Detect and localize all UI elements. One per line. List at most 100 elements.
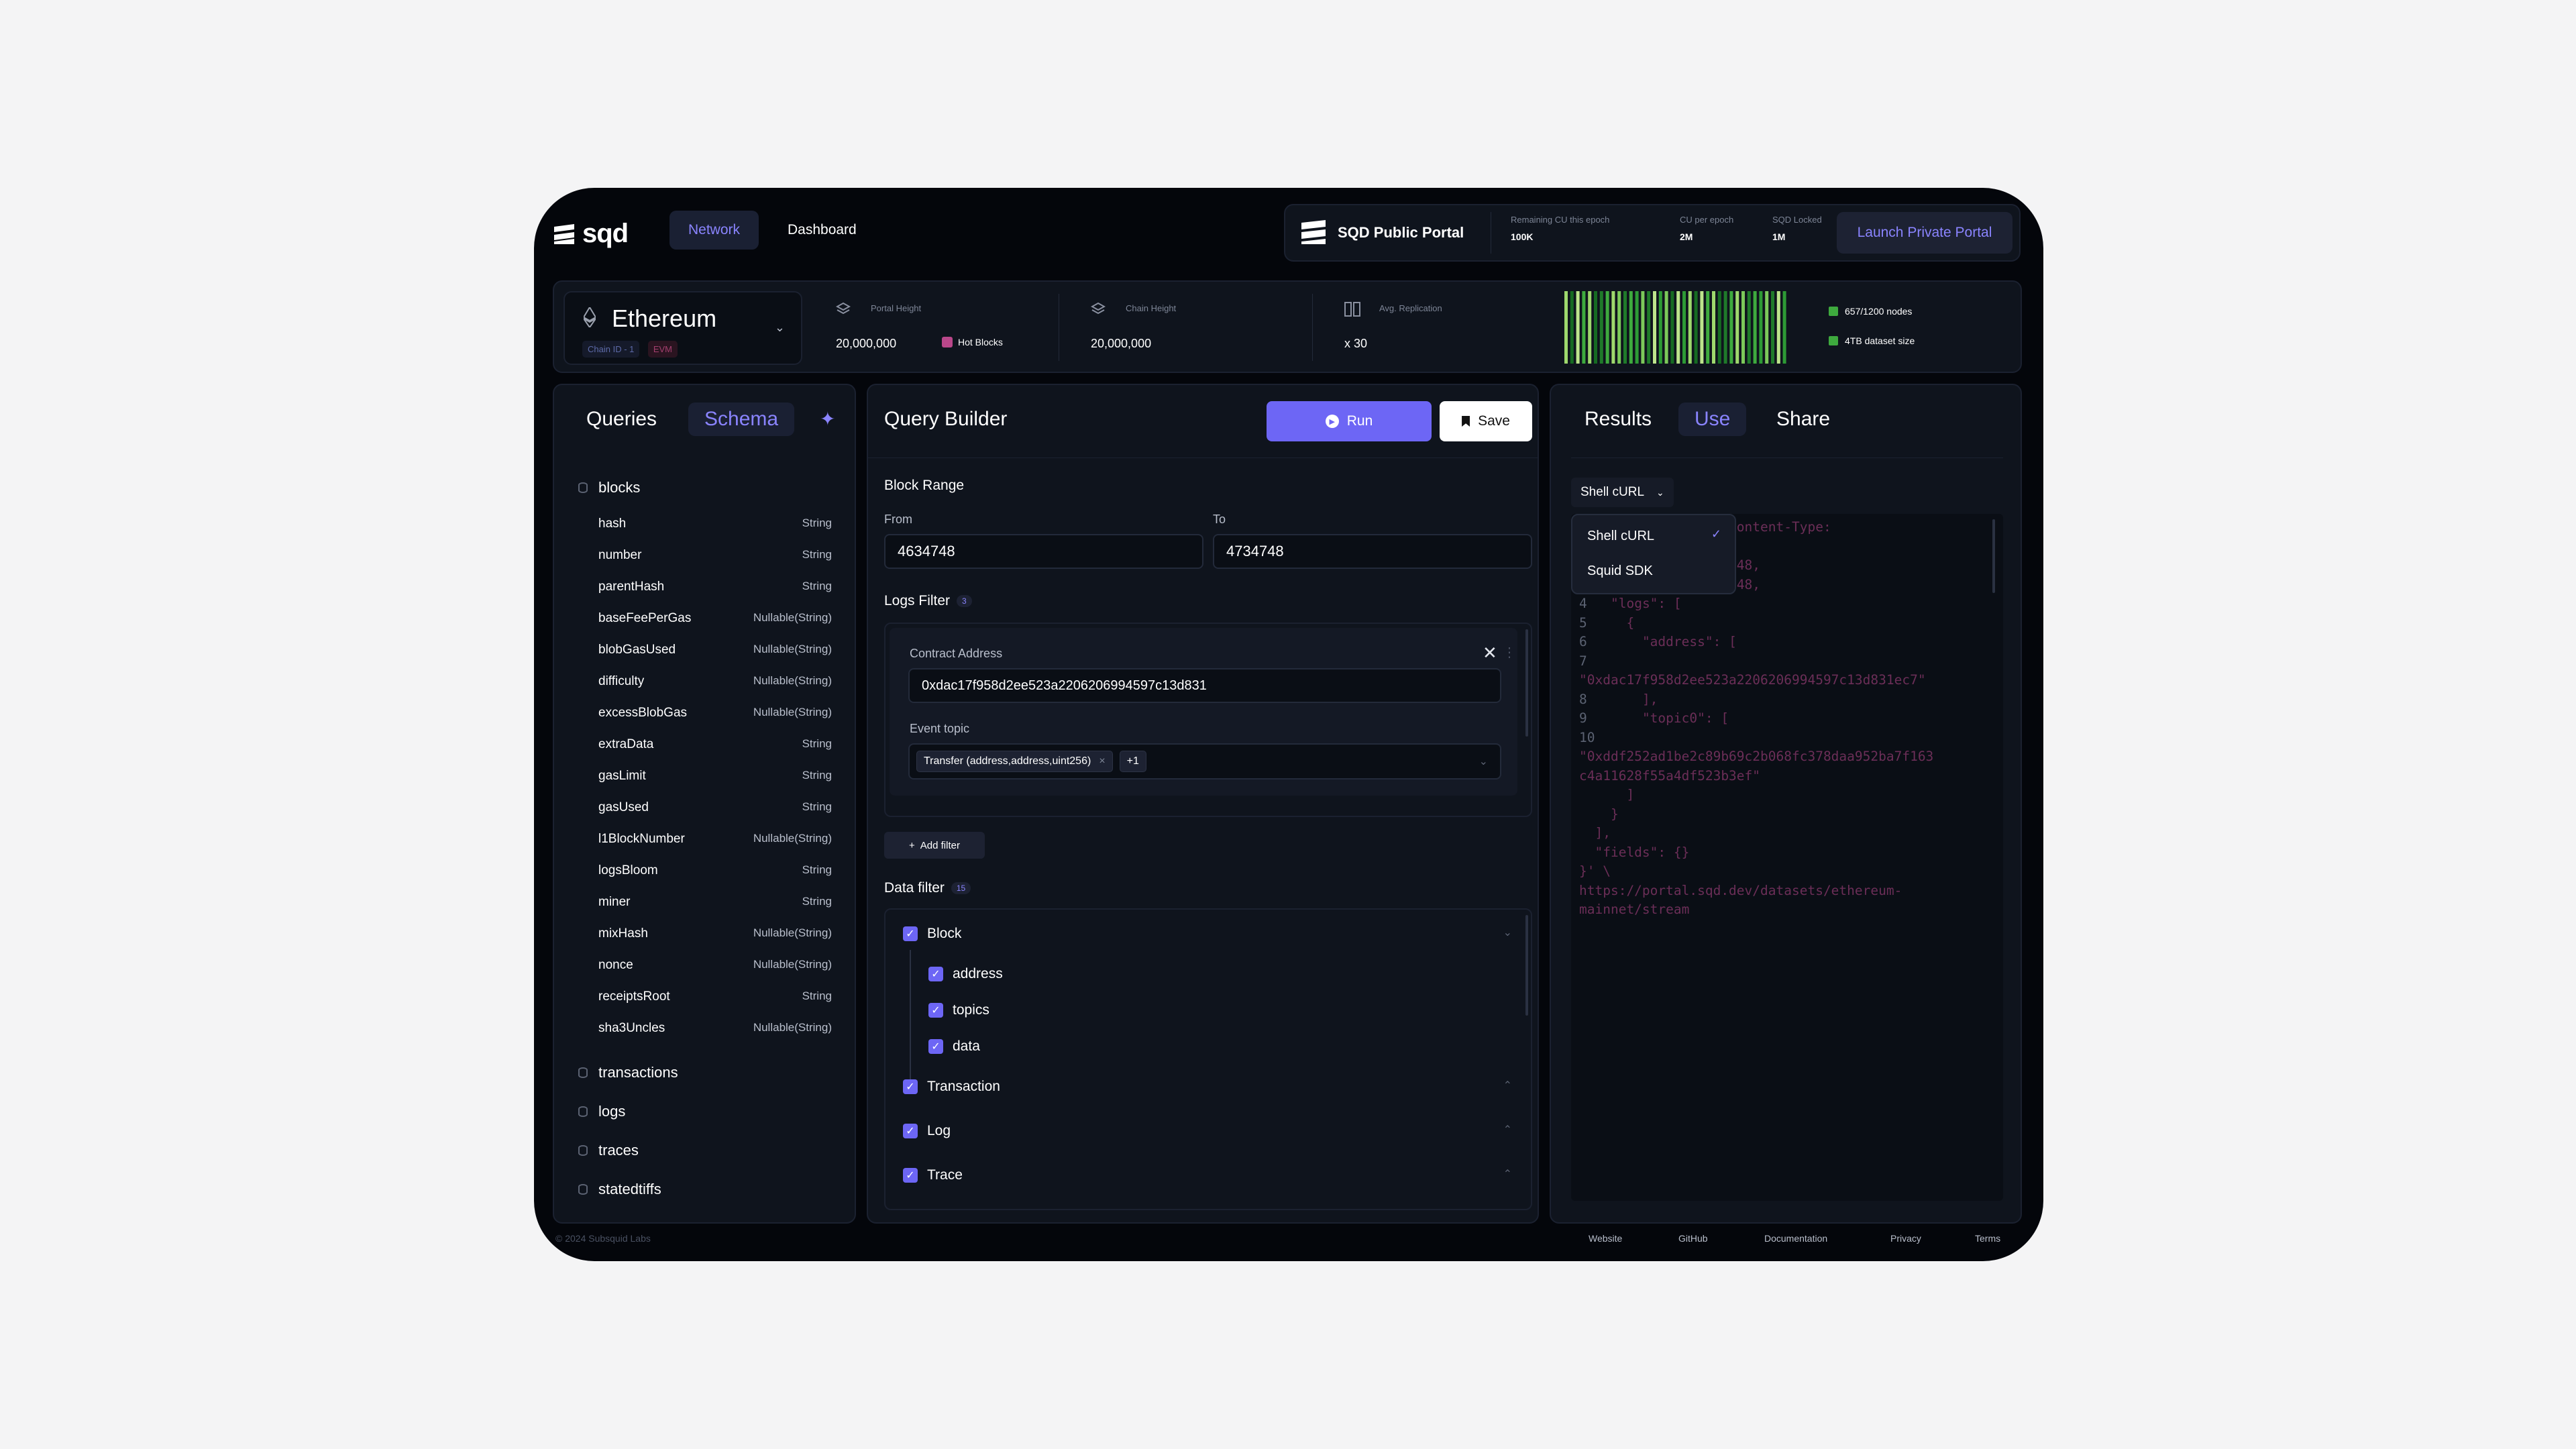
- brand-name: sqd: [582, 219, 629, 248]
- tab-results[interactable]: Results: [1585, 408, 1652, 431]
- checkbox-checked-icon[interactable]: ✓: [928, 1039, 943, 1054]
- checkbox-checked-icon[interactable]: ✓: [903, 1168, 918, 1183]
- node-bar: [1723, 291, 1727, 364]
- launch-private-portal-button[interactable]: Launch Private Portal: [1837, 212, 2012, 254]
- chevron-up-icon[interactable]: ⌃: [1503, 1123, 1512, 1136]
- table-logs[interactable]: logs: [578, 1103, 625, 1120]
- schema-field-name[interactable]: parentHash: [598, 580, 664, 594]
- checkbox-checked-icon[interactable]: ✓: [928, 1003, 943, 1018]
- contract-address-input[interactable]: 0xdac17f958d2ee523a2206206994597c13d831: [908, 668, 1501, 703]
- schema-field-name[interactable]: l1BlockNumber: [598, 832, 685, 847]
- node-bar: [1765, 291, 1769, 364]
- filter-transaction[interactable]: ✓ Transaction: [903, 1079, 1000, 1095]
- scrollbar[interactable]: [1992, 519, 1995, 593]
- stat-value: 2M: [1680, 231, 1693, 242]
- filter-block-address[interactable]: ✓ address: [928, 966, 1003, 982]
- run-button[interactable]: ▶ Run: [1267, 401, 1432, 441]
- event-topic-select[interactable]: Transfer (address,address,uint256) × +1 …: [908, 743, 1501, 780]
- tab-share[interactable]: Share: [1776, 408, 1830, 431]
- event-tag[interactable]: Transfer (address,address,uint256) ×: [916, 751, 1113, 772]
- code-line: }: [1579, 805, 1933, 824]
- schema-field-name[interactable]: blobGasUsed: [598, 643, 676, 657]
- checkbox-checked-icon[interactable]: ✓: [903, 1124, 918, 1138]
- table-traces[interactable]: traces: [578, 1142, 639, 1159]
- schema-field-name[interactable]: extraData: [598, 737, 653, 752]
- filter-trace[interactable]: ✓ Trace: [903, 1167, 963, 1183]
- checkbox-checked-icon[interactable]: ✓: [903, 926, 918, 941]
- stat-value: 1M: [1772, 231, 1786, 242]
- save-button[interactable]: Save: [1440, 401, 1532, 441]
- close-icon[interactable]: ✕: [1483, 643, 1497, 663]
- format-select[interactable]: Shell cURL ⌄: [1571, 478, 1674, 507]
- bookmark-icon: [1462, 416, 1470, 427]
- remove-tag-icon[interactable]: ×: [1099, 755, 1105, 767]
- footer-link-website[interactable]: Website: [1589, 1233, 1622, 1244]
- table-blocks[interactable]: blocks: [578, 479, 640, 496]
- scrollbar[interactable]: [1525, 629, 1528, 737]
- checkbox-checked-icon[interactable]: ✓: [928, 967, 943, 981]
- schema-field-name[interactable]: number: [598, 548, 641, 563]
- results-panel: Results Use Share Shell cURL ⌄ -H "Conte…: [1550, 384, 2022, 1224]
- tab-schema[interactable]: Schema: [688, 402, 795, 436]
- tab-use[interactable]: Use: [1678, 402, 1747, 436]
- play-icon: ▶: [1325, 415, 1339, 428]
- code-line: 9 "topic0": [: [1579, 709, 1933, 729]
- schema-field-name[interactable]: hash: [598, 517, 626, 531]
- code-line: }' \: [1579, 862, 1933, 881]
- schema-field-name[interactable]: excessBlobGas: [598, 706, 687, 720]
- schema-field-name[interactable]: nonce: [598, 958, 633, 973]
- schema-field-name[interactable]: logsBloom: [598, 863, 658, 878]
- node-bar: [1641, 291, 1645, 364]
- menu-item-shell-curl[interactable]: Shell cURL: [1587, 529, 1654, 544]
- schema-field-name[interactable]: sha3Uncles: [598, 1021, 665, 1036]
- menu-item-squid-sdk[interactable]: Squid SDK: [1587, 564, 1653, 579]
- nav-dashboard[interactable]: Dashboard: [769, 211, 875, 250]
- more-tags-badge[interactable]: +1: [1119, 751, 1146, 772]
- node-bar: [1776, 291, 1780, 364]
- database-icon: [578, 482, 588, 493]
- chevron-up-icon[interactable]: ⌃: [1503, 1079, 1512, 1092]
- to-input[interactable]: 4734748: [1213, 534, 1532, 569]
- schema-field-name[interactable]: receiptsRoot: [598, 989, 670, 1004]
- schema-field-name[interactable]: miner: [598, 895, 631, 910]
- chevron-down-icon[interactable]: ⌄: [1503, 926, 1512, 939]
- table-transactions[interactable]: transactions: [578, 1064, 678, 1081]
- node-bar: [1611, 291, 1615, 364]
- from-input[interactable]: 4634748: [884, 534, 1203, 569]
- footer-link-github[interactable]: GitHub: [1678, 1233, 1708, 1244]
- footer-link-terms[interactable]: Terms: [1975, 1233, 2000, 1244]
- brand-logo[interactable]: sqd: [553, 219, 629, 249]
- nav-network[interactable]: Network: [669, 211, 759, 250]
- schema-field-name[interactable]: baseFeePerGas: [598, 611, 691, 626]
- code-text: mainnet/stream: [1579, 902, 1690, 917]
- footer-link-documentation[interactable]: Documentation: [1764, 1233, 1827, 1244]
- checkbox-checked-icon[interactable]: ✓: [903, 1079, 918, 1094]
- code-line: 5 {: [1579, 614, 1933, 633]
- portal-name: SQD Public Portal: [1338, 224, 1464, 241]
- sparkle-icon[interactable]: ✦: [820, 408, 835, 430]
- filter-block-topics[interactable]: ✓ topics: [928, 1002, 989, 1018]
- footer-link-privacy[interactable]: Privacy: [1890, 1233, 1921, 1244]
- filter-block[interactable]: ✓ Block: [903, 926, 961, 942]
- drag-handle-icon[interactable]: ⋮: [1503, 644, 1516, 661]
- schema-field-name[interactable]: gasUsed: [598, 800, 649, 815]
- scrollbar[interactable]: [1525, 915, 1528, 1016]
- node-bar: [1682, 291, 1686, 364]
- filter-block-data[interactable]: ✓ data: [928, 1038, 980, 1055]
- table-name: traces: [598, 1142, 639, 1159]
- schema-field-name[interactable]: mixHash: [598, 926, 648, 941]
- chevron-up-icon[interactable]: ⌃: [1503, 1167, 1512, 1181]
- tab-queries[interactable]: Queries: [586, 408, 657, 431]
- stat-remaining-cu: Remaining CU this epoch 100K: [1511, 215, 1609, 242]
- network-selector[interactable]: Ethereum Chain ID - 1 EVM ⌄: [564, 291, 802, 365]
- line-number: 8: [1579, 691, 1587, 707]
- filter-log[interactable]: ✓ Log: [903, 1123, 951, 1139]
- add-filter-button[interactable]: + Add filter: [884, 832, 985, 859]
- table-statedtiffs[interactable]: statedtiffs: [578, 1181, 661, 1198]
- chain-height-label: Chain Height: [1126, 303, 1177, 313]
- schema-field-name[interactable]: difficulty: [598, 674, 644, 689]
- schema-field-type: Nullable(String): [753, 643, 832, 655]
- hot-blocks-swatch: [942, 337, 953, 347]
- schema-field-name[interactable]: gasLimit: [598, 769, 646, 784]
- event-topic-label: Event topic: [910, 722, 970, 735]
